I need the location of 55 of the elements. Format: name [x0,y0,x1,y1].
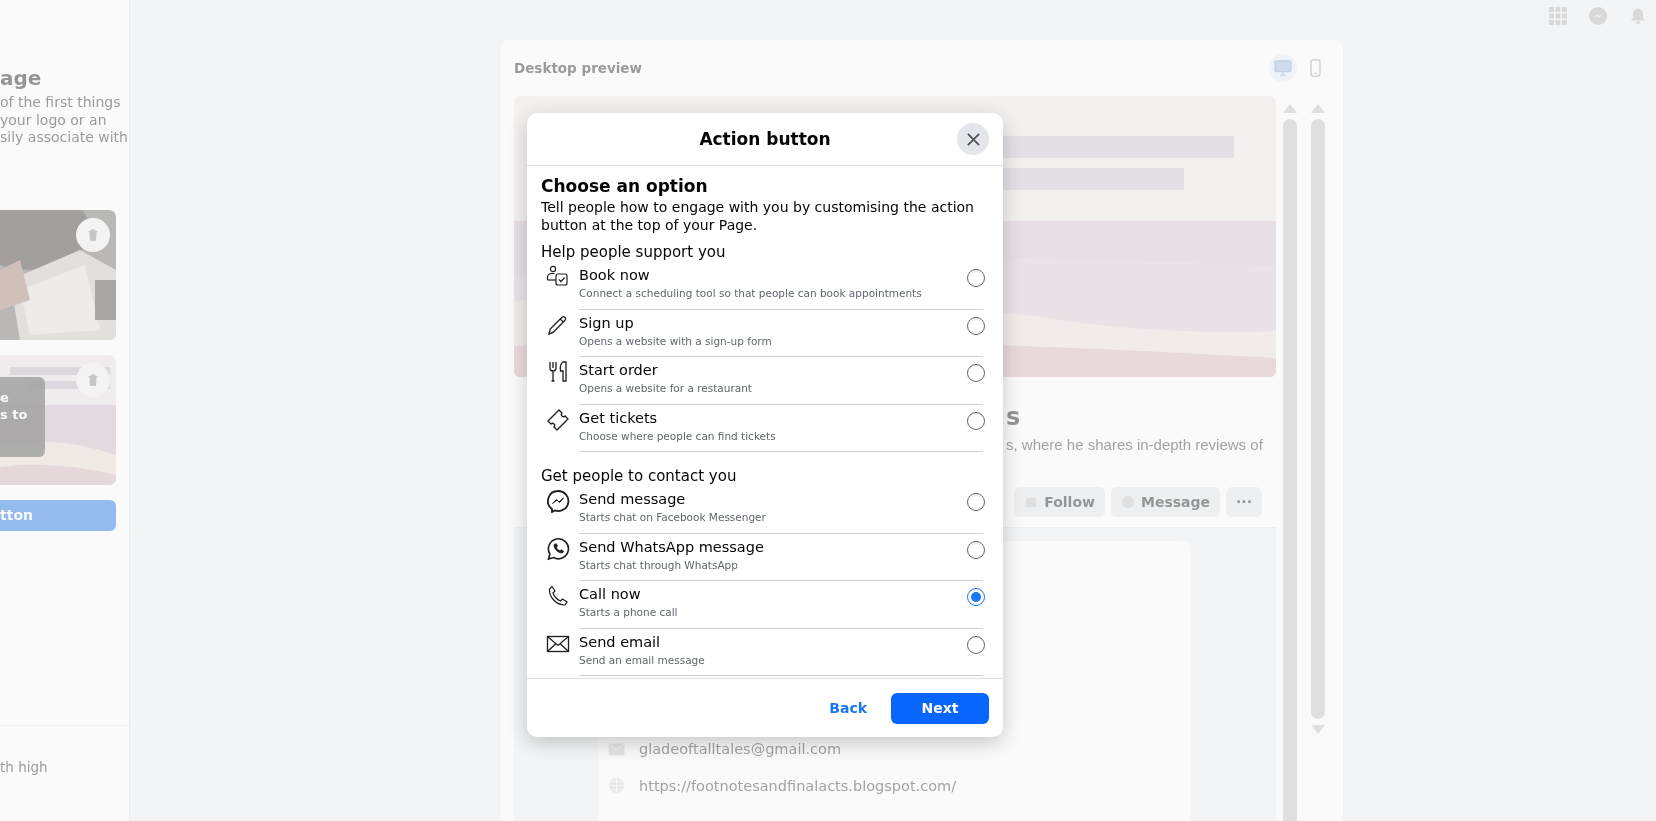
option-row[interactable]: Call now Starts a phone call [541,581,983,629]
panel-title: age [0,66,42,90]
option-title: Send WhatsApp message [579,537,764,557]
section-title: Help people support you [541,242,727,262]
person-calendar-icon [546,265,570,289]
page-name: s [1006,402,1022,433]
option-title: Get tickets [579,408,658,428]
dialog-heading: Choose an option [541,176,709,197]
email-icon [608,742,625,756]
close-icon [965,131,981,147]
phone-icon [546,584,570,608]
trash-icon [86,227,100,242]
section-title: Get people to contact you [541,466,738,486]
contact-text: https://footnotesandfinalacts.blogspot.com/ [639,777,957,794]
next-button[interactable]: Next [891,692,989,724]
tooltip-text: s to [0,405,29,423]
option-row[interactable]: Send WhatsApp message Starts chat through WhatsApp [541,533,983,581]
preview-title: Desktop preview [514,60,642,76]
option-title: Call now [579,585,641,604]
option-title: Send message [579,490,686,509]
dialog-description: Tell people how to engage with you by customising the action button at the top of your Page. [541,198,975,234]
option-description: Opens a website with a sign-up form [579,333,772,349]
panel-text: th high [0,759,48,775]
page-bio: s, where he shares in-depth reviews of [1006,435,1264,455]
panel-description: sily associate with [0,129,128,147]
tooltip-text: e [0,388,10,406]
option-description: Choose where people can find tickets [579,428,776,444]
ticket-icon [546,407,570,432]
close-button[interactable] [957,123,989,155]
panel-description: of the first things [0,94,122,112]
option-row[interactable]: Send message Starts chat on Facebook Messenger [541,486,983,534]
whatsapp-icon [546,536,570,561]
panel-description: your logo or an [0,111,108,129]
option-title: Start order [579,361,658,380]
option-description: Connect a scheduling tool so that people can book appointments [579,286,922,301]
option-row[interactable]: Start order Opens a website for a restaurant [541,357,983,405]
contact-text: gladeoftalltales@gmail.com [639,741,842,757]
trash-icon [86,372,100,387]
phone-icon [1309,59,1321,77]
option-title: Book now [579,266,650,285]
cutlery-icon [546,360,570,384]
option-row[interactable]: Sign up Opens a website with a sign-up form [541,309,983,357]
back-button[interactable]: Back [819,694,877,722]
option-row[interactable]: Book now Connect a scheduling tool so that people can book appointments [541,262,983,310]
option-row[interactable]: Get tickets Choose where people can find tickets [541,404,983,452]
monitor-icon [1274,60,1292,76]
option-description: Send an email message [579,652,705,668]
option-title: Send email [579,632,661,652]
option-description: Starts chat through WhatsApp [579,557,738,573]
dialog-title: Action button [699,129,831,149]
option-description: Starts a phone call [579,605,678,620]
option-title: Sign up [579,313,634,333]
option-row[interactable]: Send email Send an email message [541,628,983,676]
option-description: Starts chat on Facebook Messenger [579,510,766,525]
option-description: Opens a website for a restaurant [579,381,752,396]
